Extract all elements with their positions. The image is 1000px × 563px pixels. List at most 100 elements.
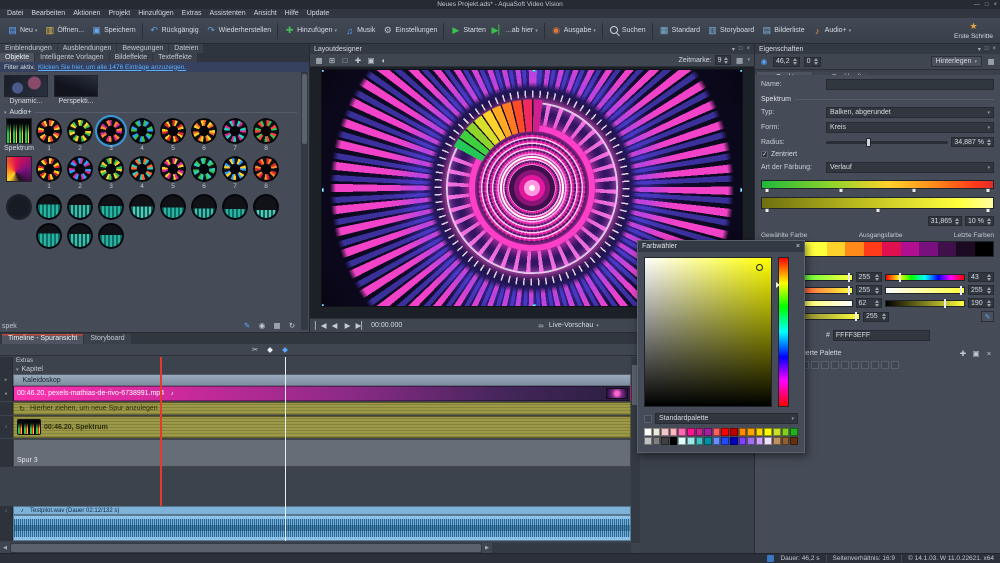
gradient-editor-bar[interactable] [761, 197, 994, 209]
scroll-right-arrow[interactable]: ▶ [482, 543, 492, 553]
extras-track-label[interactable]: Extras [13, 357, 36, 365]
preset-thumbnail[interactable] [98, 156, 124, 182]
chapter-object[interactable]: ▸ Kaleidoskop [13, 374, 631, 386]
radius-slider[interactable] [826, 141, 948, 144]
gradient-preview-bar[interactable] [761, 180, 994, 189]
radius-spinner[interactable]: 34,887 % [951, 137, 994, 147]
track-gutter[interactable]: ♪ [0, 506, 13, 515]
close-button[interactable]: × [993, 2, 997, 8]
palette-swatch[interactable] [644, 437, 652, 445]
toolbar-button-oeffnen[interactable]: ▥Öffnen... [41, 22, 87, 39]
saturation-spinner[interactable]: 255 [968, 285, 994, 295]
palette-swatch[interactable] [713, 428, 721, 436]
menu-item[interactable]: Projekt [104, 10, 134, 17]
tab-ausblendungen[interactable]: Ausblendungen [58, 44, 117, 53]
palette-swatch[interactable] [687, 428, 695, 436]
toolbar-button-rueckgaengig[interactable]: ↶Rückgängig [146, 22, 202, 39]
custom-palette-slot[interactable] [821, 361, 829, 369]
tab-dateien[interactable]: Dateien [169, 44, 203, 53]
designer-tool-icon[interactable]: ▦ [314, 55, 324, 65]
color-strip-segment[interactable] [938, 242, 956, 256]
track-gutter[interactable] [0, 402, 13, 415]
dialog-close-button[interactable]: × [796, 243, 800, 250]
scrollbar-thumb[interactable] [11, 544, 481, 552]
palette-swatch[interactable] [730, 437, 738, 445]
gradient-stop-handle[interactable] [986, 188, 991, 193]
left-panel-scrollbar[interactable] [301, 72, 308, 330]
custom-palette-slot[interactable] [861, 361, 869, 369]
red-spinner[interactable]: 255 [856, 272, 882, 282]
preset-thumbnail[interactable] [191, 156, 217, 182]
preset-thumbnail[interactable] [253, 156, 279, 182]
designer-tool-icon[interactable]: ▣ [366, 55, 376, 65]
palette-swatch[interactable] [756, 437, 764, 445]
tab-einblendungen[interactable]: Einblendungen [0, 44, 57, 53]
panel-close-icon[interactable]: × [992, 46, 996, 53]
menu-item[interactable]: Bearbeiten [27, 10, 69, 17]
timeline-horizontal-scrollbar[interactable]: ◀ ▶ [0, 543, 631, 553]
color-strip-segment[interactable] [845, 242, 863, 256]
visibility-icon[interactable]: ◉ [759, 57, 769, 67]
gradient-stop-handle[interactable] [838, 188, 843, 193]
grid-view-icon[interactable]: ▦ [272, 320, 282, 330]
toolbar-button-einstellungen[interactable]: ⚙Einstellungen [379, 22, 440, 39]
kapitel-track-header[interactable]: ▾ Kapitel [13, 365, 46, 374]
palette-swatch[interactable] [704, 437, 712, 445]
palette-swatch[interactable] [773, 428, 781, 436]
preset-thumbnail[interactable] [67, 223, 93, 249]
toolbar-button-abhier[interactable]: ▶▏...ab hier▾ [490, 22, 541, 39]
panel-float-icon[interactable]: □ [985, 46, 989, 53]
playback-icon[interactable]: ▶▏ [356, 321, 368, 331]
toolbar-button-ausgabe[interactable]: ◉Ausgabe▾ [548, 22, 599, 39]
gradient-stop-handle[interactable] [986, 208, 991, 213]
preset-spektrum-color[interactable] [2, 156, 36, 192]
alpha-spinner[interactable]: 255 [863, 312, 889, 322]
preset-thumbnail[interactable] [36, 194, 62, 220]
playback-icon[interactable]: ▶ [343, 321, 353, 331]
filter-reset-link[interactable]: Klicken Sie hier, um alle 1476 Einträge … [38, 64, 186, 71]
panel-close-icon[interactable]: × [746, 46, 750, 53]
hue-spinner[interactable]: 43 [968, 272, 994, 282]
palette-swatch[interactable] [764, 437, 772, 445]
palette-swatch[interactable] [739, 428, 747, 436]
gradient-stop-handle[interactable] [875, 208, 880, 213]
palette-swatch[interactable] [756, 428, 764, 436]
preset-thumbnail[interactable] [253, 118, 279, 144]
selection-handle[interactable] [532, 304, 536, 306]
palette-option-checkbox[interactable] [644, 415, 652, 423]
preset-dark-circle[interactable] [2, 194, 36, 221]
template-thumbnail-perspektive[interactable]: Perspekti... [54, 75, 98, 105]
eye-icon[interactable]: ◉ [257, 320, 267, 330]
hue-slider[interactable] [778, 257, 789, 407]
custom-palette-slot[interactable] [881, 361, 889, 369]
palette-swatch[interactable] [696, 437, 704, 445]
menu-item[interactable]: Hilfe [281, 10, 303, 17]
selection-handle[interactable] [740, 70, 742, 72]
toolbar-button-suchen[interactable]: Suchen [606, 22, 649, 39]
menu-item[interactable]: Extras [178, 10, 206, 17]
menu-item[interactable]: Hinzufügen [134, 10, 177, 17]
maximize-button[interactable]: □ [985, 2, 989, 8]
panel-menu-icon[interactable]: ▾ [732, 46, 735, 53]
tab-timeline-spuransicht[interactable]: Timeline - Spuransicht [2, 334, 83, 344]
hue-mini-slider[interactable] [885, 274, 966, 281]
toolbar-button-wiederherstellen[interactable]: ↷Wiederherstellen [203, 22, 275, 39]
value-mini-slider[interactable] [885, 300, 966, 307]
custom-palette-slot[interactable] [871, 361, 879, 369]
palette-swatch[interactable] [687, 437, 695, 445]
toolbar-button-standard[interactable]: ▦Standard [656, 22, 703, 39]
palette-swatch[interactable] [661, 437, 669, 445]
live-preview-toggle[interactable]: ∞ Live-Vorschau ▾ [536, 321, 599, 331]
palette-swatch[interactable] [713, 437, 721, 445]
zeitmarke-spinner[interactable]: 9 [715, 55, 732, 65]
offset-spinner[interactable]: 0 [804, 57, 821, 67]
green-spinner[interactable]: 255 [856, 285, 882, 295]
edit-icon[interactable]: ✎ [242, 320, 252, 330]
form-select[interactable]: Kreis ▾ [826, 122, 994, 133]
faerbung-select[interactable]: Verlauf ▾ [826, 162, 994, 173]
playback-icon[interactable]: ◀ [330, 321, 340, 331]
palette-swatch[interactable] [790, 428, 798, 436]
preset-thumbnail[interactable] [36, 156, 62, 182]
playhead[interactable]: ◆ [285, 357, 286, 541]
palette-swatch[interactable] [653, 428, 661, 436]
